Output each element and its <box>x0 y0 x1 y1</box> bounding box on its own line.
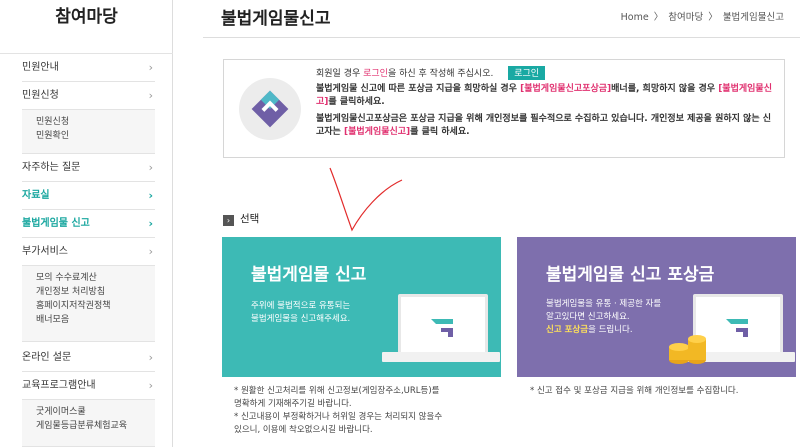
breadcrumb-current: 불법게임물신고 <box>722 12 784 23</box>
notice-line-privacy: 불법게임물신고포상금은 포상금 지급을 위해 개인정보를 필수적으로 수집하고 … <box>316 113 778 139</box>
sidebar-item-faq[interactable]: 자주하는 질문 › <box>22 154 155 182</box>
sidebar-item-illegal-report[interactable]: 불법게임물 신고 › <box>22 210 155 238</box>
card-title: 불법게임물 신고 포상금 <box>546 265 715 285</box>
sidebar: 참여마당 민원안내 › 민원신청 › 민원신청 민원확인 자주하는 질문 › 자… <box>0 0 173 447</box>
card-description-segment: 을 드립니다. <box>588 325 633 335</box>
section-bullet-icon: › <box>223 215 234 226</box>
report-link-2[interactable]: [불법게임물신고] <box>344 127 410 137</box>
breadcrumb: Home 〉 참여마당 〉 불법게임물신고 <box>621 9 786 23</box>
breadcrumb-section[interactable]: 참여마당 <box>668 12 703 23</box>
chevron-right-icon: › <box>148 379 153 392</box>
chevron-right-icon: › <box>148 217 153 230</box>
notice-text: 회원일 경우 로그인을 하신 후 작성해 주십시오. 로그인 불법게임물 신고에… <box>316 66 778 139</box>
note-line: * 신고 접수 및 포상금 지급을 위해 개인정보를 수집합니다. <box>530 386 739 396</box>
card-description: 주위에 불법적으로 유통되는 불법게임물을 신고해주세요. <box>251 300 411 326</box>
submenu-item[interactable]: 배너모음 <box>36 313 155 327</box>
reward-card-button[interactable]: 불법게임물 신고 포상금 불법게임물을 유통 · 제공한 자를 알고있다면 신고… <box>517 237 796 377</box>
card-description: 불법게임물을 유통 · 제공한 자를 알고있다면 신고하세요. 신고 포상금을 … <box>546 298 706 337</box>
sidebar-item-label: 민원안내 <box>22 62 59 73</box>
notice-line-login: 회원일 경우 로그인을 하신 후 작성해 주십시오. 로그인 <box>316 66 778 81</box>
chevron-right-icon: › <box>148 161 153 174</box>
reward-notes: * 신고 접수 및 포상금 지급을 위해 개인정보를 수집합니다. <box>530 385 795 398</box>
sidebar-item-library[interactable]: 자료실 › <box>22 182 155 210</box>
grac-logo-icon <box>239 78 301 140</box>
sidebar-submenu-extra: 모의 수수료계산 개인정보 처리방침 홈페이지저작권정책 배너모음 <box>22 266 155 342</box>
chevron-right-icon: › <box>148 89 153 102</box>
note-line: * 신고내용이 부정확하거나 허위일 경우는 처리되지 않을수 <box>234 412 443 422</box>
notice-text-segment: 배너를, 희망하지 않을 경우 <box>611 84 719 94</box>
sidebar-item-minwon-info[interactable]: 민원안내 › <box>22 54 155 82</box>
reward-report-link[interactable]: [불법게임물신고포상금] <box>520 84 611 94</box>
submenu-item[interactable]: 민원신청 <box>36 115 155 129</box>
section-label-text: 선택 <box>240 213 260 225</box>
coins-icon <box>669 335 706 364</box>
breadcrumb-separator-icon: 〉 <box>653 12 664 23</box>
submenu-item[interactable]: 홈페이지저작권정책 <box>36 299 155 313</box>
submenu-item[interactable]: 게임물등급분류체험교육 <box>36 419 155 433</box>
submenu-item[interactable]: 개인정보 처리방침 <box>36 285 155 299</box>
sidebar-title: 참여마당 <box>0 0 173 54</box>
section-label: › 선택 <box>223 211 259 226</box>
submenu-item[interactable]: 모의 수수료계산 <box>36 271 155 285</box>
card-highlight: 신고 포상금 <box>546 325 589 335</box>
chevron-right-icon: › <box>148 245 153 258</box>
chevron-right-icon: › <box>148 351 153 364</box>
notice-text-segment: 을 하신 후 작성해 주십시오. <box>387 69 494 79</box>
login-button[interactable]: 로그인 <box>508 66 546 80</box>
notice-line-reward: 불법게임물 신고에 따른 포상금 지급을 희망하실 경우 [불법게임물신고포상금… <box>316 83 778 109</box>
card-description-line: 알고있다면 신고하세요. <box>546 312 630 322</box>
monitor-stand <box>382 352 500 362</box>
sidebar-item-label: 불법게임물 신고 <box>22 218 90 229</box>
sidebar-item-survey[interactable]: 온라인 설문 › <box>22 344 155 372</box>
note-line: * 원활한 신고처리를 위해 신고정보(게임장주소,URL등)를 <box>234 386 440 396</box>
page-title: 불법게임물신고 <box>221 9 331 29</box>
note-line: 명확하게 기재해주기길 바랍니다. <box>234 399 352 409</box>
sidebar-item-label: 부가서비스 <box>22 246 68 257</box>
notice-text-segment: 회원일 경우 <box>316 69 364 79</box>
notice-text-segment: 를 클릭하세요. <box>328 97 385 107</box>
report-notes: * 원활한 신고처리를 위해 신고정보(게임장주소,URL등)를 명확하게 기재… <box>234 385 499 437</box>
chevron-right-icon: › <box>148 61 153 74</box>
sidebar-item-label: 자주하는 질문 <box>22 162 81 173</box>
sidebar-item-education[interactable]: 교육프로그램안내 › <box>22 372 155 400</box>
sidebar-item-label: 자료실 <box>22 190 50 201</box>
chevron-right-icon: › <box>148 189 153 202</box>
card-title: 불법게임물 신고 <box>251 265 367 285</box>
sidebar-item-extra-services[interactable]: 부가서비스 › <box>22 238 155 266</box>
sidebar-item-label: 교육프로그램안내 <box>22 380 96 391</box>
sidebar-item-label: 민원신청 <box>22 90 59 101</box>
breadcrumb-separator-icon: 〉 <box>708 12 718 23</box>
sidebar-item-minwon-apply[interactable]: 민원신청 › <box>22 82 155 110</box>
sidebar-submenu-minwon: 민원신청 민원확인 <box>22 110 155 154</box>
annotation-checkmark <box>329 167 403 232</box>
note-line: 있으니, 이용에 착오없으시길 바랍니다. <box>234 425 373 435</box>
notice-box: 회원일 경우 로그인을 하신 후 작성해 주십시오. 로그인 불법게임물 신고에… <box>223 59 785 158</box>
login-link[interactable]: 로그인 <box>363 69 388 79</box>
card-description-line: 불법게임물을 신고해주세요. <box>251 314 351 324</box>
monitor-icon <box>398 294 488 356</box>
sidebar-item-label: 온라인 설문 <box>22 352 72 363</box>
card-description-line: 불법게임물을 유통 · 제공한 자를 <box>546 299 662 309</box>
submenu-item[interactable]: 굿게이머스쿨 <box>36 405 155 419</box>
header-divider <box>203 37 800 38</box>
notice-text-segment: 불법게임물 신고에 따른 포상금 지급을 희망하실 경우 <box>316 84 521 94</box>
submenu-item[interactable]: 민원확인 <box>36 129 155 143</box>
notice-text-segment: 를 클릭 하세요. <box>410 127 470 137</box>
sidebar-submenu-education: 굿게이머스쿨 게임물등급분류체험교육 <box>22 400 155 447</box>
breadcrumb-home[interactable]: Home <box>621 12 649 23</box>
card-description-line: 주위에 불법적으로 유통되는 <box>251 301 351 311</box>
report-card-button[interactable]: 불법게임물 신고 주위에 불법적으로 유통되는 불법게임물을 신고해주세요. <box>222 237 501 377</box>
